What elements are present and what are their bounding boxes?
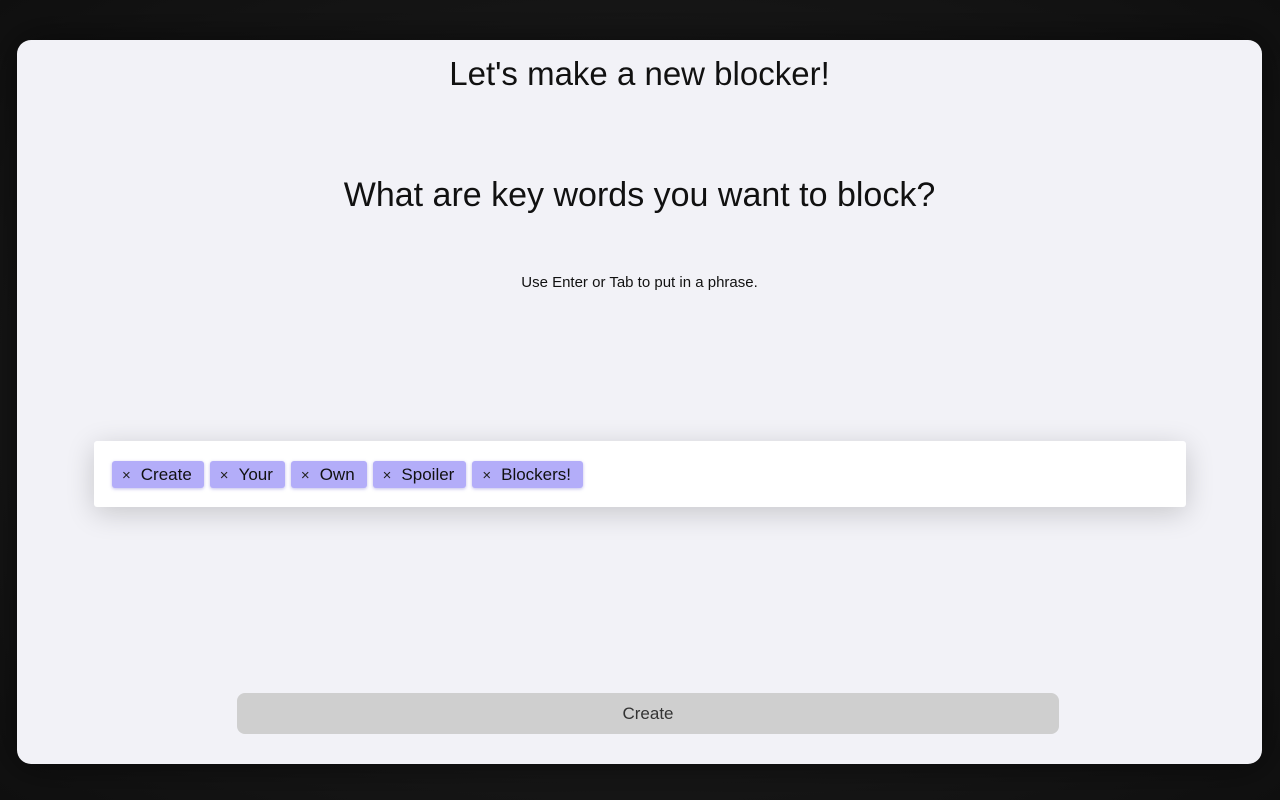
- tag-blockers: × Blockers!: [472, 460, 584, 488]
- tag-your: × Your: [209, 460, 285, 488]
- remove-tag-icon[interactable]: ×: [220, 467, 229, 484]
- keyword-text-input[interactable]: [589, 459, 1186, 489]
- tag-label: Blockers!: [501, 464, 572, 484]
- remove-tag-icon[interactable]: ×: [383, 467, 392, 484]
- tag-label: Own: [319, 464, 355, 484]
- page-title: Let's make a new blocker!: [449, 55, 830, 92]
- create-button[interactable]: Create: [237, 693, 1059, 734]
- tag-label: Spoiler: [401, 464, 455, 484]
- tag-create: × Create: [112, 460, 204, 488]
- remove-tag-icon[interactable]: ×: [482, 467, 491, 484]
- tag-label: Create: [140, 464, 192, 484]
- instruction-text: Use Enter or Tab to put in a phrase.: [521, 274, 758, 291]
- app-window: Let's make a new blocker! What are key w…: [17, 40, 1262, 764]
- tag-own: × Own: [290, 460, 367, 488]
- remove-tag-icon[interactable]: ×: [122, 467, 131, 484]
- tag-label: Your: [238, 464, 273, 484]
- tag-spoiler: × Spoiler: [372, 460, 467, 488]
- remove-tag-icon[interactable]: ×: [301, 467, 310, 484]
- keyword-tag-input[interactable]: × Create × Your × Own × Spoiler × Blocke…: [94, 441, 1186, 507]
- question-heading: What are key words you want to block?: [343, 176, 936, 214]
